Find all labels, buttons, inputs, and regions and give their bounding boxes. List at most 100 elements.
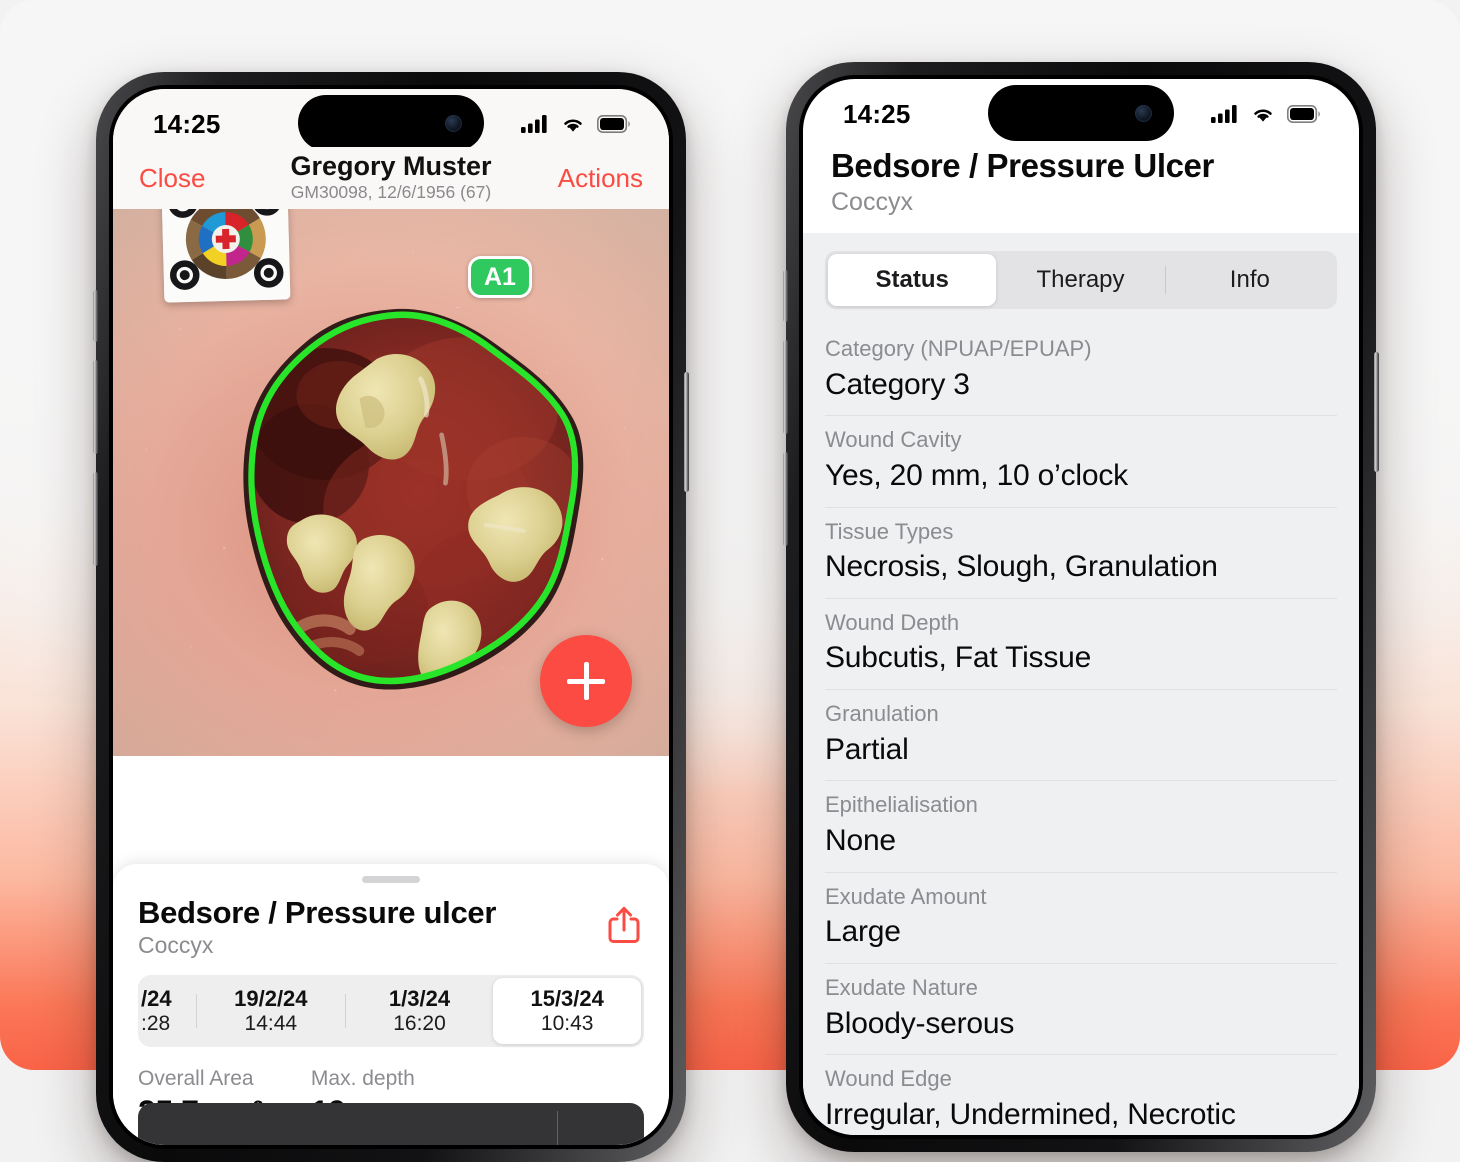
close-button[interactable]: Close xyxy=(139,163,205,194)
right-content: StatusTherapyInfo Category (NPUAP/EPUAP)… xyxy=(803,233,1359,1135)
metric-label: Overall Area xyxy=(138,1065,263,1092)
timeline-date: 19/2/24 xyxy=(234,986,307,1012)
dynamic-island xyxy=(988,85,1174,141)
bottom-bar-divider xyxy=(557,1111,558,1145)
detail-label: Tissue Types xyxy=(825,517,1337,547)
power-rail-r xyxy=(1374,352,1379,472)
sheet-title-block: Bedsore / Pressure ulcer Coccyx xyxy=(138,895,496,959)
wound-title: Bedsore / Pressure ulcer xyxy=(138,895,496,931)
share-button[interactable] xyxy=(604,903,644,947)
dynamic-island xyxy=(298,95,484,151)
left-status-bar: 14:25 xyxy=(113,89,669,147)
wifi-icon xyxy=(1250,104,1276,124)
mute-rail xyxy=(93,472,98,566)
timeline-date: 1/3/24 xyxy=(389,986,450,1012)
volume-down-rail xyxy=(93,360,98,454)
detail-value: Bloody-serous xyxy=(825,1004,1337,1044)
calibration-marker-icon xyxy=(162,209,291,303)
wound-location: Coccyx xyxy=(831,188,1331,217)
wound-location: Coccyx xyxy=(138,932,496,959)
share-icon xyxy=(607,905,641,945)
timeline-segment[interactable]: 15/3/2410:43 xyxy=(493,978,641,1044)
detail-label: Epithelialisation xyxy=(825,790,1337,820)
region-badge-a1[interactable]: A1 xyxy=(468,256,532,298)
detail-row[interactable]: Category (NPUAP/EPUAP)Category 3 xyxy=(825,325,1337,416)
detail-label: Granulation xyxy=(825,699,1337,729)
right-phone-bezel: 14:25 xyxy=(799,75,1363,1139)
volume-down-rail-r xyxy=(783,340,788,434)
wifi-icon xyxy=(560,114,586,134)
detail-label: Category (NPUAP/EPUAP) xyxy=(825,334,1337,364)
status-indicators xyxy=(1211,104,1321,124)
timeline-time: :28 xyxy=(141,1012,170,1037)
detail-row[interactable]: Wound EdgeIrregular, Undermined, Necroti… xyxy=(825,1055,1337,1135)
detail-value: None xyxy=(825,821,1337,861)
bottom-action-bar[interactable] xyxy=(138,1103,644,1145)
detail-value: Subcutis, Fat Tissue xyxy=(825,638,1337,678)
right-phone-screen: 14:25 xyxy=(803,79,1359,1135)
detail-value: Irregular, Undermined, Necrotic xyxy=(825,1095,1337,1135)
page-root: 14:25 xyxy=(0,0,1460,1070)
battery-icon xyxy=(1287,105,1321,123)
right-header: Bedsore / Pressure Ulcer Coccyx xyxy=(803,137,1359,233)
status-time: 14:25 xyxy=(153,109,221,140)
status-time: 14:25 xyxy=(843,99,911,130)
status-indicators xyxy=(521,114,631,134)
detail-value: Yes, 20 mm, 10 o’clock xyxy=(825,456,1337,496)
timeline-time: 16:20 xyxy=(393,1012,446,1037)
detail-row[interactable]: EpithelialisationNone xyxy=(825,781,1337,872)
detail-row[interactable]: Exudate NatureBloody-serous xyxy=(825,964,1337,1055)
plus-icon-vertical xyxy=(584,662,589,700)
front-camera-icon xyxy=(1135,105,1152,122)
front-camera-icon xyxy=(445,115,462,132)
sheet-header: Bedsore / Pressure ulcer Coccyx xyxy=(138,895,644,959)
left-nav-bar: Close Gregory Muster GM30098, 12/6/1956 … xyxy=(113,147,669,209)
battery-icon xyxy=(597,115,631,133)
tab-status[interactable]: Status xyxy=(828,254,996,306)
detail-value: Large xyxy=(825,912,1337,952)
detail-row[interactable]: Wound DepthSubcutis, Fat Tissue xyxy=(825,599,1337,690)
wound-title: Bedsore / Pressure Ulcer xyxy=(831,147,1331,186)
tab-therapy[interactable]: Therapy xyxy=(996,254,1164,306)
power-rail xyxy=(684,372,689,492)
metric-label: Max. depth xyxy=(311,1065,415,1092)
cellular-bars-icon xyxy=(521,114,549,134)
sheet-grabber[interactable] xyxy=(362,876,420,883)
volume-up-rail xyxy=(93,290,98,342)
timeline-segment[interactable]: 1/3/2416:20 xyxy=(346,978,494,1044)
right-status-bar: 14:25 xyxy=(803,79,1359,137)
timeline-segment[interactable]: /24:28 xyxy=(141,978,196,1044)
left-phone-screen: 14:25 xyxy=(113,89,669,1145)
wound-photo[interactable]: A1 xyxy=(113,209,669,756)
timeline-date: 15/3/24 xyxy=(530,986,603,1012)
wound-detail-sheet: Bedsore / Pressure ulcer Coccyx /24:2819… xyxy=(113,864,669,1145)
detail-label: Wound Cavity xyxy=(825,425,1337,455)
detail-label: Exudate Nature xyxy=(825,973,1337,1003)
volume-up-rail-r xyxy=(783,270,788,322)
detail-row[interactable]: Exudate AmountLarge xyxy=(825,873,1337,964)
detail-row[interactable]: Wound CavityYes, 20 mm, 10 o’clock xyxy=(825,416,1337,507)
left-phone-device: 14:25 xyxy=(96,72,686,1162)
tab-info[interactable]: Info xyxy=(1166,254,1334,306)
tab-bar[interactable]: StatusTherapyInfo xyxy=(825,251,1337,309)
detail-value: Category 3 xyxy=(825,365,1337,405)
add-button[interactable] xyxy=(540,635,632,727)
color-calibration-sticker xyxy=(162,209,291,303)
mute-rail-r xyxy=(783,452,788,546)
timeline-segment[interactable]: 19/2/2414:44 xyxy=(197,978,345,1044)
detail-value: Partial xyxy=(825,730,1337,770)
detail-row[interactable]: GranulationPartial xyxy=(825,690,1337,781)
cellular-bars-icon xyxy=(1211,104,1239,124)
actions-button[interactable]: Actions xyxy=(558,163,643,194)
detail-label: Wound Depth xyxy=(825,608,1337,638)
detail-row[interactable]: Tissue TypesNecrosis, Slough, Granulatio… xyxy=(825,508,1337,599)
timeline-time: 14:44 xyxy=(245,1012,298,1037)
timeline-time: 10:43 xyxy=(541,1012,594,1037)
right-phone-device: 14:25 xyxy=(786,62,1376,1152)
left-phone-bezel: 14:25 xyxy=(109,85,673,1149)
measurement-timeline-segmented-control[interactable]: /24:2819/2/2414:441/3/2416:2015/3/2410:4… xyxy=(138,975,644,1047)
detail-label: Wound Edge xyxy=(825,1064,1337,1094)
wound-status-list: Category (NPUAP/EPUAP)Category 3Wound Ca… xyxy=(803,325,1359,1135)
detail-value: Necrosis, Slough, Granulation xyxy=(825,547,1337,587)
detail-label: Exudate Amount xyxy=(825,882,1337,912)
